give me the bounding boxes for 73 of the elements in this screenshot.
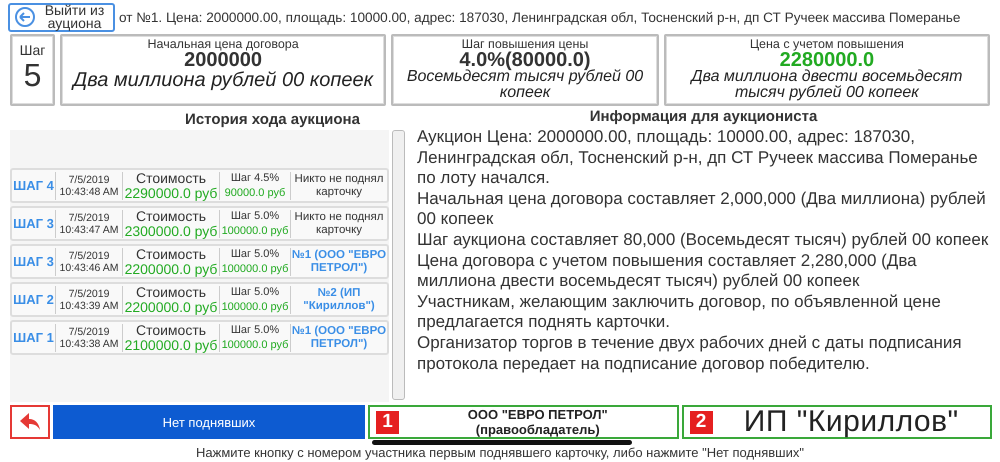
- cost-label: Стоимость: [136, 208, 206, 224]
- step-percent: Шаг 5.0%: [230, 284, 280, 300]
- bid-time: 10:43:38 AM: [60, 338, 118, 350]
- amount-in-words: Два миллиона рублей 00 копеек: [70, 69, 374, 91]
- step-percent: Шаг 5.0%: [230, 322, 280, 338]
- lot-description: от №1. Цена: 2000000.00, площадь: 10000.00, адрес: 187030, Ленинградская обл, Тосненский р-н, дп СТ Ручеек массива Померанье: [119, 10, 960, 24]
- bid-time: 10:43:46 AM: [60, 262, 118, 274]
- reply-arrow-icon: [19, 412, 41, 432]
- participant-number: 2: [690, 410, 712, 434]
- step-amount: 90000.0 руб: [224, 186, 286, 200]
- step-amount: 100000.0 руб: [222, 262, 288, 276]
- info-paragraph: Цена договора с учетом повышения составляет 2,280,000 (Два миллиона двести восемьдесят тысяч) рублей 00 копеек: [417, 250, 918, 292]
- step-number: ШАГ 3: [13, 254, 54, 269]
- participant-name: ООО "ЕВРО ПЕТРОЛ": [468, 407, 608, 422]
- step-number: ШАГ 2: [13, 292, 54, 307]
- bid-date: 7/5/2019: [68, 250, 110, 262]
- card-value: 2280000.0: [780, 51, 874, 69]
- step-percent: Шаг 5.0%: [230, 246, 280, 262]
- bid-result: Никто не поднял карточку: [294, 210, 384, 236]
- history-title: История хода аукциона: [184, 111, 361, 128]
- bid-date: 7/5/2019: [68, 174, 110, 186]
- card-value: 4.0%(80000.0): [459, 51, 591, 69]
- bid-date: 7/5/2019: [68, 212, 110, 224]
- bid-result: №1 (ООО "ЕВРО ПЕТРОЛ"): [291, 248, 387, 274]
- cost-label: Стоимость: [136, 322, 206, 338]
- bid-result: №1 (ООО "ЕВРО ПЕТРОЛ"): [291, 324, 387, 350]
- info-paragraph: Шаг аукциона составляет 80,000 (Восемьдесят тысяч) рублей 00 копеек: [417, 230, 990, 251]
- bid-result: Никто не поднял карточку: [294, 172, 384, 198]
- bid-date: 7/5/2019: [68, 326, 110, 338]
- cost-label: Стоимость: [136, 170, 206, 186]
- amount-in-words: Восемьдесят тысяч рублей 00 копеек: [406, 69, 644, 101]
- participant-button[interactable]: 2 ИП "Кириллов": [682, 405, 992, 439]
- step-label: Шаг: [20, 42, 46, 58]
- card-title: Цена с учетом повышения: [750, 38, 904, 51]
- bid-time: 10:43:39 AM: [60, 300, 118, 312]
- step-number: ШАГ 3: [13, 216, 54, 231]
- bid-date: 7/5/2019: [68, 288, 110, 300]
- participant-button[interactable]: 1 ООО "ЕВРО ПЕТРОЛ" (правообладатель): [368, 405, 678, 439]
- step-amount: 100000.0 руб: [222, 338, 288, 352]
- card-value: 2000000: [184, 51, 262, 69]
- step-percent: Шаг 4.5%: [230, 170, 280, 186]
- card-title: Шаг повышения цены: [462, 38, 588, 51]
- bid-time: 10:43:48 AM: [60, 186, 118, 198]
- cost-value: 2200000.0 руб: [124, 300, 218, 314]
- cost-label: Стоимость: [136, 284, 206, 300]
- step-amount: 100000.0 руб: [222, 224, 288, 238]
- step-number: ШАГ 4: [13, 178, 54, 193]
- back-button[interactable]: [10, 405, 50, 439]
- info-paragraph: Начальная цена договора составляет 2,000,000 (Два миллиона) рублей 00 копеек: [417, 188, 987, 230]
- participant-number: 1: [376, 410, 399, 434]
- step-number: 5: [24, 58, 42, 92]
- cost-label: Стоимость: [136, 246, 206, 262]
- info-paragraph: Аукцион Цена: 2000000.00, площадь: 10000.00, адрес: 187030, Ленинградская обл, Тосненский р-н, дп СТ Ручеек массива Померанье по лоту начался.: [417, 127, 979, 189]
- step-amount: 100000.0 руб: [222, 300, 288, 314]
- card-title: Начальная цена договора: [147, 38, 299, 51]
- step-percent: Шаг 5.0%: [230, 208, 280, 224]
- cost-value: 2300000.0 руб: [124, 224, 218, 238]
- info-paragraph: Участникам, желающим заключить договор, по объявленной цене предлагается поднять карточки.: [417, 292, 942, 333]
- bid-time: 10:43:47 AM: [60, 224, 118, 236]
- participant-role: (правообладатель): [476, 422, 600, 437]
- info-paragraph: Организатор торгов в течение двух рабочих дней с даты подписания протокола передает на подписание договор победителю.: [417, 332, 963, 374]
- participant-name: ИП "Кириллов": [744, 407, 959, 437]
- exit-icon: [14, 6, 36, 28]
- instruction-hint: Нажмите кнопку с номером участника первым поднявшего карточку, либо нажмите "Нет поднявших": [196, 445, 804, 460]
- step-number: ШАГ 1: [13, 330, 54, 345]
- amount-in-words: Два миллиона двести восемьдесят тысяч рублей 00 копеек: [689, 69, 964, 101]
- bid-result: №2 (ИП "Кириллов"): [302, 286, 376, 312]
- info-title: Информация для аукциониста: [588, 108, 818, 125]
- no-bids-button[interactable]: Нет поднявших: [53, 405, 365, 439]
- cost-value: 2290000.0 руб: [124, 186, 218, 200]
- cost-value: 2200000.0 руб: [124, 262, 218, 276]
- exit-button[interactable]: Выйти из ауциона: [8, 2, 115, 32]
- cost-value: 2100000.0 руб: [124, 338, 218, 352]
